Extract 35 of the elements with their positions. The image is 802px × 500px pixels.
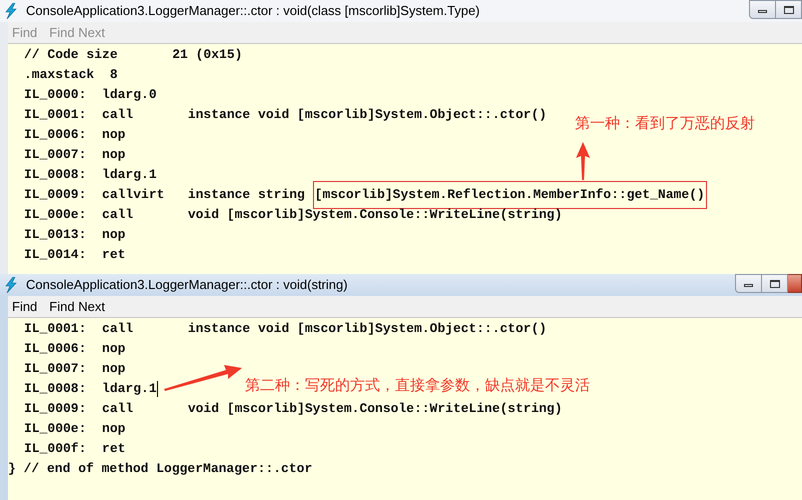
code-line: IL_0013: nop <box>24 226 126 244</box>
minimize-button[interactable] <box>735 274 762 293</box>
close-button[interactable] <box>788 274 802 293</box>
minimize-button[interactable] <box>749 0 776 19</box>
window-title: ConsoleApplication3.LoggerManager::.ctor : void(string) <box>26 276 348 294</box>
code-line: IL_000e: nop <box>24 420 126 438</box>
annotation-text: 第一种：看到了万恶的反射 <box>575 113 755 134</box>
lightning-icon <box>4 277 18 293</box>
code-line: .maxstack 8 <box>24 66 118 84</box>
arrow-icon <box>576 142 590 180</box>
code-line: IL_0007: nop <box>24 146 126 164</box>
code-line: IL_0000: ldarg.0 <box>24 86 157 104</box>
code-line: IL_0009: callvirt instance string <box>24 186 306 204</box>
lightning-icon <box>4 3 18 19</box>
code-line: IL_0001: call instance void [mscorlib]System.Object::.ctor() <box>24 106 547 124</box>
window-title: ConsoleApplication3.LoggerManager::.ctor : void(class [mscorlib]System.Type) <box>26 2 480 20</box>
maximize-button[interactable] <box>776 0 802 19</box>
code-line: IL_0006: nop <box>24 126 126 144</box>
maximize-button[interactable] <box>762 274 788 293</box>
code-line: IL_0014: ret <box>24 246 126 264</box>
annotation-text: 第二种：写死的方式，直接拿参数，缺点就是不灵活 <box>245 375 590 396</box>
code-line: IL_000e: call void [mscorlib]System.Console::WriteLine(string) <box>24 206 562 224</box>
code-line: } // end of method LoggerManager::.ctor <box>8 460 312 478</box>
code-line: IL_0007: nop <box>24 360 126 378</box>
code-line: // Code size 21 (0x15) <box>24 46 242 64</box>
menu-item[interactable]: Find <box>12 296 38 316</box>
highlight-box: [mscorlib]System.Reflection.MemberInfo::get_Name() <box>312 181 707 209</box>
menu-item[interactable]: Find Next <box>49 296 105 316</box>
code-line: IL_0009: call void [mscorlib]System.Console::WriteLine(string) <box>24 400 562 418</box>
code-line: IL_000f: ret <box>24 440 126 458</box>
arrow-icon <box>164 365 242 391</box>
code-line: IL_0008: ldarg.1 <box>24 380 157 398</box>
code-line: IL_0008: ldarg.1 <box>24 166 157 184</box>
code-line: IL_0001: call instance void [mscorlib]System.Object::.ctor() <box>24 320 547 338</box>
code-line: IL_0006: nop <box>24 340 126 358</box>
